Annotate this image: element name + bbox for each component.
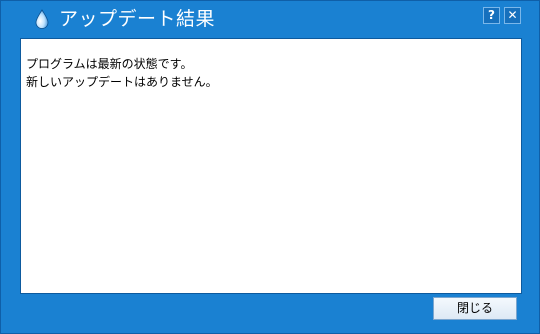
window-title: アップデート結果 — [59, 8, 216, 30]
window-close-button[interactable]: ✕ — [504, 7, 521, 24]
message-line-1: プログラムは最新の状態です。 — [26, 57, 193, 71]
close-button[interactable]: 閉じる — [433, 297, 517, 320]
help-button[interactable]: ? — [483, 7, 500, 24]
droplet-icon — [35, 9, 49, 29]
update-result-dialog: アップデート結果 ? ✕ プログラムは最新の状態です。 新しいアップデートはあり… — [0, 0, 540, 334]
title-bar[interactable]: アップデート結果 ? ✕ — [1, 1, 539, 37]
message-area: プログラムは最新の状態です。 新しいアップデートはありません。 — [20, 38, 522, 294]
message-line-2: 新しいアップデートはありません。 — [26, 75, 218, 89]
